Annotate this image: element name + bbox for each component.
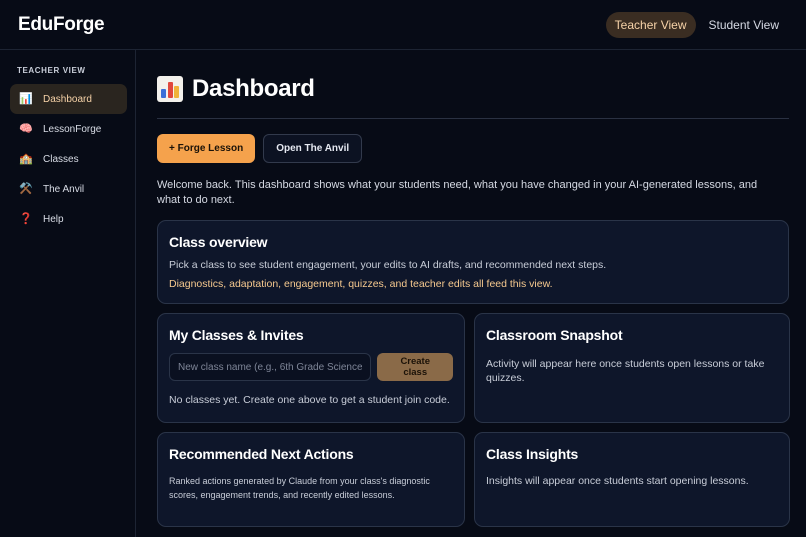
top-bar: EduForge Teacher View Student View [0,0,806,50]
sidebar-item-classes[interactable]: 🏫 Classes [10,144,127,174]
hammer-pick-icon: ⚒️ [19,182,33,195]
sidebar-item-the-anvil[interactable]: ⚒️ The Anvil [10,174,127,204]
class-insights-card: Class Insights Insights will appear once… [474,432,790,527]
empty-state-text: No classes yet. Create one above to get … [169,394,450,406]
sidebar-item-label: The Anvil [43,183,85,195]
card-text: Ranked actions generated by Claude from … [169,476,430,500]
card-title: Class overview [169,234,268,250]
card-text: Insights will appear once students start… [486,475,749,487]
sidebar-item-label: LessonForge [43,123,102,135]
sidebar-item-dashboard[interactable]: 📊 Dashboard [10,84,127,114]
page-title: Dashboard [192,74,315,102]
brain-icon: 🧠 [19,122,33,135]
brand-logo[interactable]: EduForge [18,14,105,36]
card-text: Activity will appear here once students … [486,358,765,384]
bar-chart-icon: 📊 [19,92,33,105]
sidebar-item-label: Help [43,213,64,225]
teacher-view-button[interactable]: Teacher View [605,11,696,38]
open-anvil-button[interactable]: Open The Anvil [263,134,363,163]
sidebar-item-label: Classes [43,153,79,165]
sidebar-item-help[interactable]: ❓ Help [10,204,127,234]
view-switch: Teacher View Student View [605,11,789,38]
question-icon: ❓ [19,212,33,225]
sidebar-item-lessonforge[interactable]: 🧠 LessonForge [10,114,127,144]
recommended-actions-card: Recommended Next Actions Ranked actions … [157,432,465,527]
main-content: Dashboard + Forge Lesson Open The Anvil … [157,50,790,527]
card-title: Class Insights [486,446,579,462]
student-view-button[interactable]: Student View [700,12,789,38]
create-class-button[interactable]: Create class [377,353,453,381]
card-title: Recommended Next Actions [169,446,354,462]
welcome-text: Welcome back. This dashboard shows what … [157,179,758,206]
card-title: My Classes & Invites [169,327,304,343]
card-highlight-text: Diagnostics, adaptation, engagement, qui… [169,278,553,290]
my-classes-card: My Classes & Invites Create class No cla… [157,313,465,423]
card-text: Pick a class to see student engagement, … [169,259,607,271]
school-icon: 🏫 [19,152,33,165]
class-overview-card: Class overview Pick a class to see stude… [157,220,789,304]
bar-chart-icon [157,75,183,102]
create-class-form: Create class [169,353,453,381]
action-bar: + Forge Lesson Open The Anvil [157,134,789,163]
classroom-snapshot-card: Classroom Snapshot Activity will appear … [474,313,790,423]
dashboard-grid: My Classes & Invites Create class No cla… [157,313,790,527]
forge-lesson-button[interactable]: + Forge Lesson [157,134,256,163]
sidebar: TEACHER VIEW 📊 Dashboard 🧠 LessonForge 🏫… [0,50,136,537]
sidebar-item-label: Dashboard [43,93,92,105]
card-title: Classroom Snapshot [486,327,623,343]
class-name-input[interactable] [169,353,372,381]
sidebar-heading: TEACHER VIEW [17,66,86,75]
page-header: Dashboard [157,59,789,119]
